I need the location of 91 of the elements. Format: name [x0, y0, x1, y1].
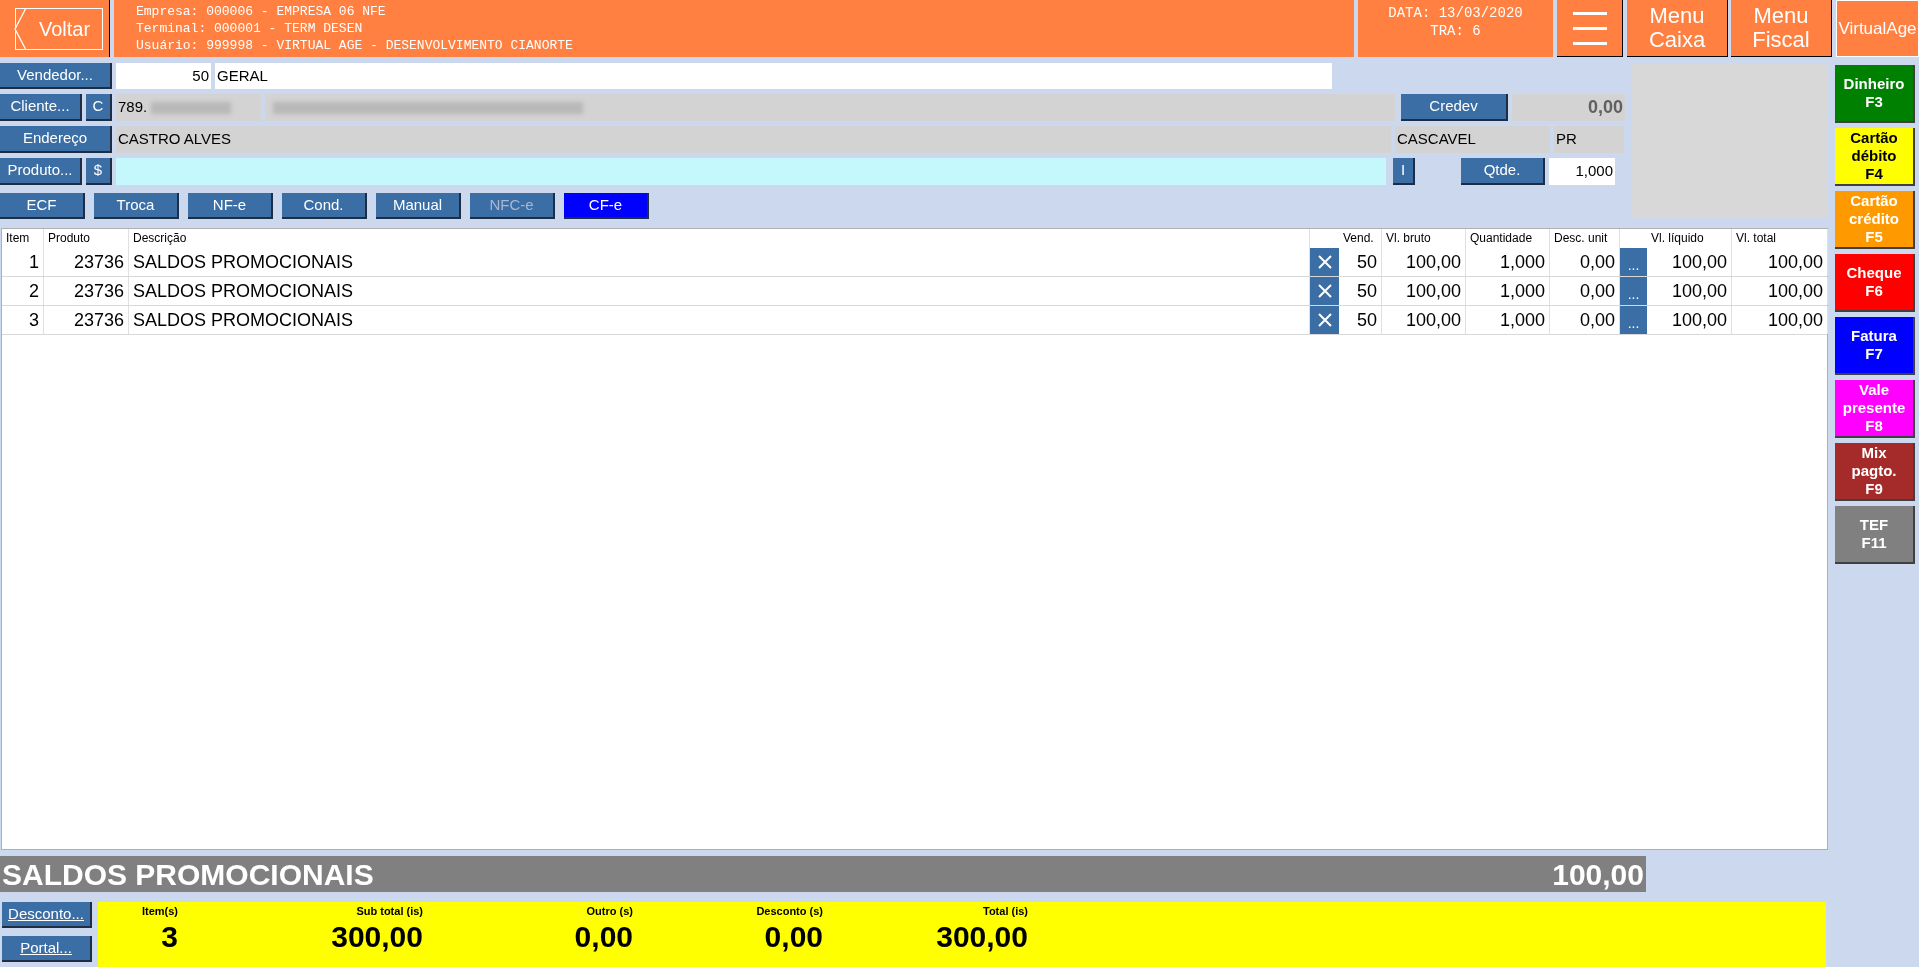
table-cell: 1,000	[1466, 306, 1550, 334]
action-button[interactable]: Desconto...	[2, 902, 92, 928]
table-cell: 50	[1339, 277, 1382, 305]
total-label: Item(s)	[141, 904, 178, 918]
table-cell: 1,000	[1466, 277, 1550, 305]
payment-button[interactable]: Cartão débito F4	[1835, 128, 1915, 186]
column-header: Quantidade	[1466, 229, 1550, 248]
total-value: 300,00	[331, 919, 423, 955]
mode-tab[interactable]: Manual	[376, 193, 461, 219]
chevron-icon	[13, 7, 28, 50]
column-header: Vl. total	[1732, 229, 1828, 248]
delete-button[interactable]	[1310, 306, 1339, 334]
close-icon	[1316, 283, 1333, 299]
table-cell: 100,00	[1382, 277, 1466, 305]
total-label: Desconto (s)	[756, 904, 823, 918]
more-button[interactable]: ...	[1620, 248, 1647, 276]
mode-tab[interactable]: CF-e	[564, 193, 649, 219]
total-value: 300,00	[936, 919, 1028, 955]
table-cell: 100,00	[1732, 277, 1828, 305]
item-name: SALDOS PROMOCIONAIS	[2, 856, 374, 893]
quantity-button[interactable]: Qtde.	[1461, 158, 1545, 185]
payment-button[interactable]: Cheque F6	[1835, 254, 1915, 312]
table-cell: 3	[2, 306, 44, 334]
info-text: Usuário: 999998 - VIRTUAL AGE - DESENVOLVIMENTO CIANORTE	[136, 37, 574, 54]
more-button[interactable]: ...	[1620, 277, 1647, 305]
table-cell: 50	[1339, 306, 1382, 334]
table-cell: 50	[1339, 248, 1382, 276]
credev-button[interactable]: Credev	[1401, 94, 1508, 121]
mode-tab[interactable]: NF-e	[188, 193, 273, 219]
info-text: Empresa: 000006 - EMPRESA 06 NFE	[136, 3, 387, 20]
address-field: CASTRO ALVES	[116, 126, 1391, 153]
table-cell: 100,00	[1647, 248, 1732, 276]
mode-tab[interactable]: Troca	[94, 193, 179, 219]
state-field: PR	[1554, 126, 1624, 153]
product-button[interactable]: Produto...	[0, 158, 82, 185]
column-header: Produto	[44, 229, 129, 248]
seller-code-field: 50	[116, 63, 211, 89]
client-code-text: 789.	[118, 97, 148, 118]
credev-value: 0,00	[1512, 94, 1625, 121]
more-button[interactable]: ...	[1620, 306, 1647, 334]
action-button[interactable]: Portal...	[2, 936, 92, 962]
total-value: 0,00	[764, 919, 823, 955]
table-cell: 100,00	[1382, 306, 1466, 334]
price-button[interactable]: $	[86, 158, 112, 185]
client-button[interactable]: Cliente...	[0, 94, 82, 121]
menu-button[interactable]	[1557, 0, 1623, 57]
total-label: Total (is)	[983, 904, 1028, 918]
table-cell: 100,00	[1732, 248, 1828, 276]
column-header: Descrição	[129, 229, 1310, 248]
column-header: Vend.	[1339, 229, 1382, 248]
payment-button[interactable]: Mix pagto. F9	[1835, 443, 1915, 501]
column-header: Vl. bruto	[1382, 229, 1466, 248]
table-cell: 1	[2, 248, 44, 276]
close-icon	[1316, 254, 1333, 270]
payment-button[interactable]: Fatura F7	[1835, 317, 1915, 375]
table-cell: 1,000	[1466, 248, 1550, 276]
column-header: Desc. unit	[1550, 229, 1620, 248]
total-value: 3	[161, 919, 178, 955]
client-clear-button[interactable]: C	[86, 94, 112, 121]
table-cell: 23736	[44, 248, 129, 276]
total-label: Outro (s)	[586, 904, 633, 918]
quantity-field: 1,000	[1549, 158, 1615, 185]
table-cell: 100,00	[1732, 306, 1828, 334]
close-icon	[1316, 312, 1333, 328]
insert-button[interactable]: I	[1393, 158, 1415, 185]
delete-button[interactable]	[1310, 277, 1339, 305]
total-label: Sub total (is)	[356, 904, 423, 918]
total-value: 0,00	[574, 919, 633, 955]
column-header: Vl. líquido	[1647, 229, 1732, 248]
table-cell: 23736	[44, 277, 129, 305]
table-cell: 100,00	[1382, 248, 1466, 276]
table-cell: 2	[2, 277, 44, 305]
product-field[interactable]	[116, 158, 1386, 185]
address-button[interactable]: Endereço	[0, 126, 112, 153]
item-value: 100,00	[1552, 856, 1644, 893]
table-cell: 23736	[44, 306, 129, 334]
payment-button[interactable]: Vale presente F8	[1835, 380, 1915, 438]
column-header: Item	[2, 229, 44, 248]
table-cell: 100,00	[1647, 306, 1732, 334]
info-text: Terminal: 000001 - TERM DESEN	[136, 20, 364, 37]
mode-tab[interactable]: ECF	[0, 193, 85, 219]
date-text: DATA: 13/03/2020	[1388, 4, 1523, 22]
transaction-text: TRA: 6	[1430, 22, 1481, 40]
payment-button[interactable]: TEF F11	[1835, 506, 1915, 564]
seller-button[interactable]: Vendedor...	[0, 63, 112, 89]
seller-name-field: GERAL	[215, 63, 1332, 89]
payment-button[interactable]: Dinheiro F3	[1835, 65, 1915, 123]
mode-tab[interactable]: Cond.	[282, 193, 367, 219]
city-field: CASCAVEL	[1395, 126, 1550, 153]
table-cell: 100,00	[1647, 277, 1732, 305]
delete-button[interactable]	[1310, 248, 1339, 276]
